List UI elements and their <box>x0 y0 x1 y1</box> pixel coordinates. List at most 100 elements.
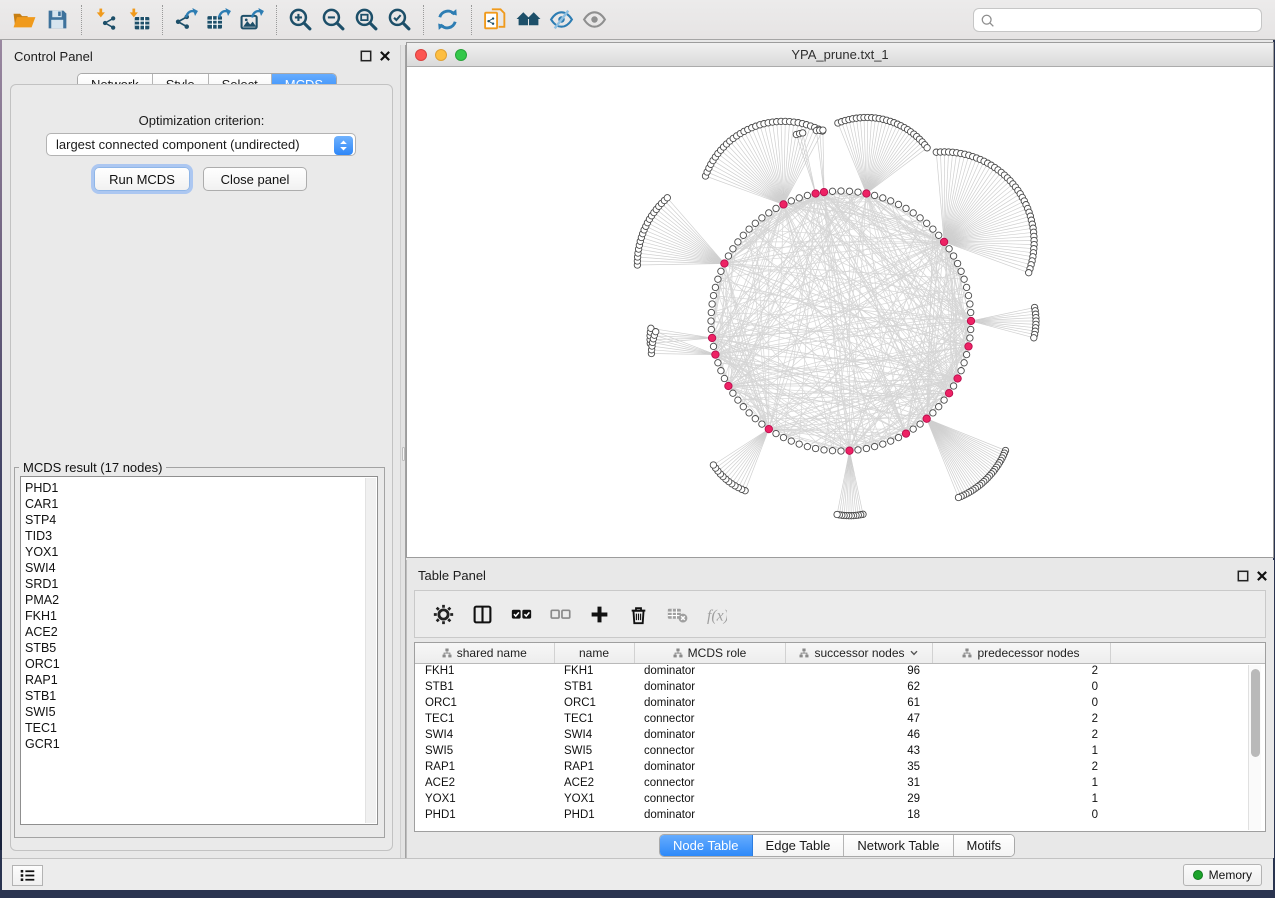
save-icon[interactable] <box>41 5 74 35</box>
column-type-icon <box>962 648 972 658</box>
hide-selected-icon[interactable] <box>545 5 578 35</box>
mcds-result-item[interactable]: PHD1 <box>25 480 377 496</box>
mcds-result-item[interactable]: TID3 <box>25 528 377 544</box>
table-row[interactable]: SWI5SWI5connector431 <box>415 743 1265 759</box>
open-folder-icon[interactable] <box>8 5 41 35</box>
show-all-icon[interactable] <box>578 5 611 35</box>
close-panel-button[interactable]: Close panel <box>203 167 307 191</box>
table-panel-float-icon[interactable] <box>1237 570 1249 582</box>
export-image-icon[interactable] <box>236 5 269 35</box>
table-row[interactable]: SWI4SWI4dominator462 <box>415 727 1265 743</box>
mcds-result-item[interactable]: RAP1 <box>25 672 377 688</box>
function-builder-icon: f(x) <box>704 602 728 626</box>
table-scrollbar[interactable] <box>1248 665 1261 830</box>
table-row[interactable]: ACE2ACE2connector311 <box>415 775 1265 791</box>
maximize-traffic-light-icon[interactable] <box>455 49 467 61</box>
zoom-fit-icon[interactable] <box>350 5 383 35</box>
mcds-result-item[interactable]: STB1 <box>25 688 377 704</box>
toolbar-separator <box>471 5 472 35</box>
column-header-predecessor-nodes[interactable]: predecessor nodes <box>932 643 1110 663</box>
toolbar-separator <box>162 5 163 35</box>
table-panel-close-icon[interactable] <box>1256 570 1268 582</box>
search-icon <box>980 13 995 28</box>
memory-button[interactable]: Memory <box>1183 864 1262 886</box>
mcds-result-item[interactable]: SWI5 <box>25 704 377 720</box>
mcds-result-item[interactable]: ACE2 <box>25 624 377 640</box>
table-panel-title: Table Panel <box>418 568 486 583</box>
column-header-shared-name[interactable]: shared name <box>415 643 554 663</box>
table-row[interactable]: ORC1ORC1dominator610 <box>415 695 1265 711</box>
control-panel-close-icon[interactable] <box>379 50 391 62</box>
mcds-result-item[interactable]: GCR1 <box>25 736 377 752</box>
table-row[interactable]: TEC1TEC1connector472 <box>415 711 1265 727</box>
control-panel-float-icon[interactable] <box>360 50 372 62</box>
optimization-criterion-value: largest connected component (undirected) <box>56 137 300 152</box>
import-network-icon[interactable] <box>89 5 122 35</box>
select-stepper-icon <box>334 136 353 155</box>
network-window-titlebar[interactable]: YPA_prune.txt_1 <box>407 43 1273 67</box>
network-canvas[interactable] <box>407 67 1273 557</box>
table-row[interactable]: YOX1YOX1connector291 <box>415 791 1265 807</box>
tab-node-table[interactable]: Node Table <box>660 835 753 856</box>
network-graph[interactable] <box>407 67 1273 556</box>
import-table-icon[interactable] <box>122 5 155 35</box>
mcds-result-item[interactable]: PMA2 <box>25 592 377 608</box>
table-row[interactable]: FKH1FKH1dominator962 <box>415 663 1265 679</box>
table-tabs: Node TableEdge TableNetwork TableMotifs <box>659 834 1015 857</box>
column-header-MCDS-role[interactable]: MCDS role <box>634 643 785 663</box>
delete-row-icon[interactable] <box>626 602 650 626</box>
mcds-result-item[interactable]: SWI4 <box>25 560 377 576</box>
table-row[interactable]: STB1STB1dominator620 <box>415 679 1265 695</box>
zoom-in-icon[interactable] <box>284 5 317 35</box>
tab-network-table[interactable]: Network Table <box>844 835 953 856</box>
close-traffic-light-icon[interactable] <box>415 49 427 61</box>
column-header-successor-nodes[interactable]: successor nodes <box>785 643 932 663</box>
zoom-selected-icon[interactable] <box>383 5 416 35</box>
table-toolbar: f(x) <box>414 590 1266 638</box>
show-columns-icon[interactable] <box>470 602 494 626</box>
run-mcds-button[interactable]: Run MCDS <box>94 167 190 191</box>
mcds-result-list[interactable]: PHD1CAR1STP4TID3YOX1SWI4SRD1PMA2FKH1ACE2… <box>20 476 378 825</box>
mcds-result-item[interactable]: SRD1 <box>25 576 377 592</box>
mcds-list-scrollbar[interactable] <box>365 478 376 823</box>
splitter-handle[interactable] <box>402 447 405 461</box>
task-history-button[interactable] <box>12 865 43 886</box>
optimization-criterion-select[interactable]: largest connected component (undirected) <box>46 133 356 156</box>
table-row[interactable]: RAP1RAP1dominator352 <box>415 759 1265 775</box>
minimize-traffic-light-icon[interactable] <box>435 49 447 61</box>
settings-gear-icon[interactable] <box>431 602 455 626</box>
mcds-result-group: MCDS result (17 nodes) PHD1CAR1STP4TID3Y… <box>14 460 385 838</box>
add-row-icon[interactable] <box>587 602 611 626</box>
mcds-result-item[interactable]: YOX1 <box>25 544 377 560</box>
column-type-icon <box>442 648 452 658</box>
table-header[interactable]: shared namenameMCDS rolesuccessor nodesp… <box>415 643 1265 663</box>
clone-network-icon[interactable] <box>479 5 512 35</box>
refresh-icon[interactable] <box>431 5 464 35</box>
select-all-icon[interactable] <box>509 602 533 626</box>
first-neighbors-icon[interactable] <box>512 5 545 35</box>
column-header-filler <box>1110 643 1265 663</box>
mcds-result-item[interactable]: ORC1 <box>25 656 377 672</box>
zoom-out-icon[interactable] <box>317 5 350 35</box>
export-table-icon[interactable] <box>203 5 236 35</box>
control-panel-title: Control Panel <box>14 49 93 64</box>
export-network-icon[interactable] <box>170 5 203 35</box>
column-type-icon <box>673 648 683 658</box>
node-table: shared namenameMCDS rolesuccessor nodesp… <box>414 642 1266 832</box>
table-scrollbar-thumb[interactable] <box>1251 669 1260 757</box>
column-header-name[interactable]: name <box>554 643 634 663</box>
table-row[interactable]: PHD1PHD1dominator180 <box>415 807 1265 823</box>
mcds-result-item[interactable]: STB5 <box>25 640 377 656</box>
optimization-criterion-label: Optimization criterion: <box>10 113 393 128</box>
search-box[interactable] <box>973 8 1262 32</box>
search-input[interactable] <box>999 13 1255 27</box>
memory-status-icon <box>1193 870 1203 880</box>
mcds-result-item[interactable]: TEC1 <box>25 720 377 736</box>
mcds-result-item[interactable]: CAR1 <box>25 496 377 512</box>
column-type-icon <box>799 648 809 658</box>
tab-edge-table[interactable]: Edge Table <box>753 835 845 856</box>
deselect-all-icon[interactable] <box>548 602 572 626</box>
mcds-result-item[interactable]: FKH1 <box>25 608 377 624</box>
tab-motifs[interactable]: Motifs <box>954 835 1015 856</box>
mcds-result-item[interactable]: STP4 <box>25 512 377 528</box>
